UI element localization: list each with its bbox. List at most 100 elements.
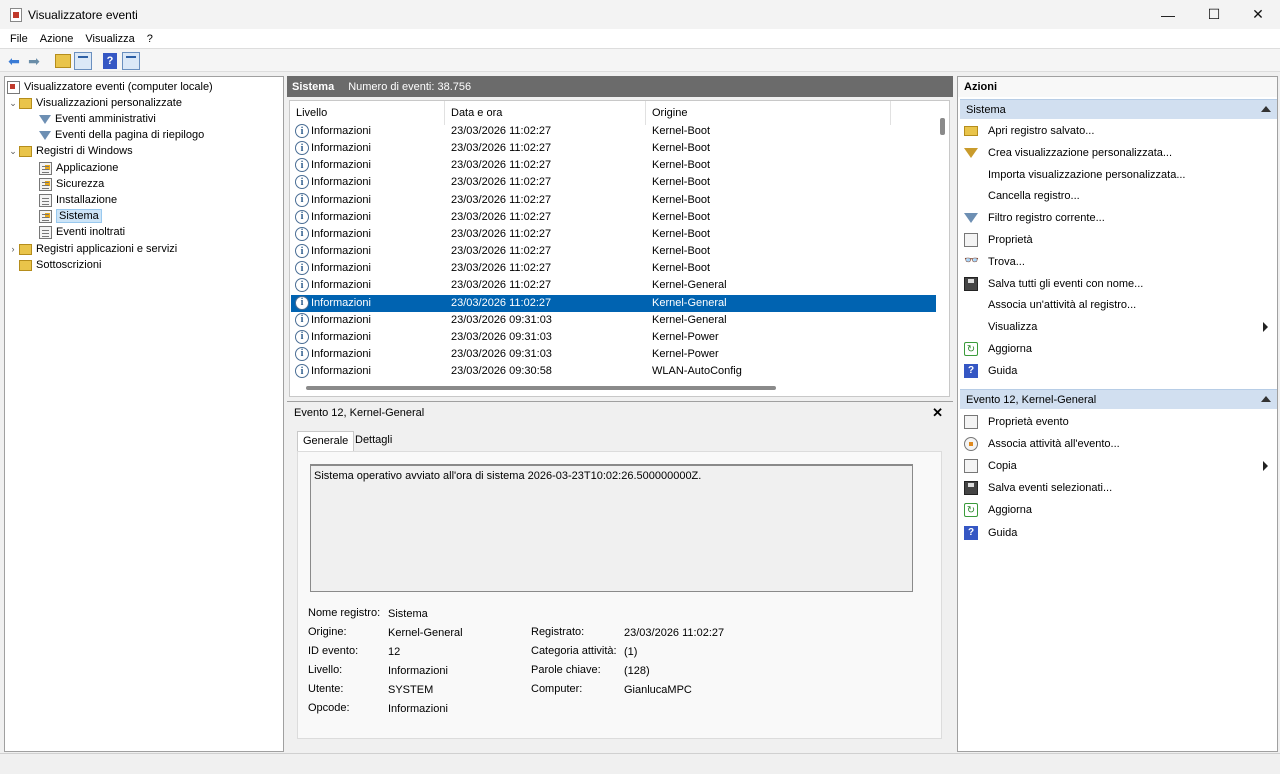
action-item[interactable]: Copia	[964, 456, 1274, 476]
actions-section-log[interactable]: Sistema	[960, 99, 1277, 119]
collapse-up-icon[interactable]	[1261, 396, 1271, 402]
table-row[interactable]: i Informazioni 23/03/2026 11:02:27 Kernel-B…	[291, 157, 936, 174]
action-item[interactable]: ↻ Aggiorna	[964, 500, 1274, 520]
action-item[interactable]: Associa attività all'evento...	[964, 434, 1274, 454]
value-level: Informazioni	[388, 665, 448, 677]
label-opcode: Opcode:	[308, 702, 350, 714]
action-item[interactable]: Salva tutti gli eventi con nome...	[964, 274, 1274, 294]
console-tree: Visualizzatore eventi (computer locale) …	[4, 76, 284, 752]
action-item[interactable]: Cancella registro...	[964, 186, 1274, 206]
action-label: Proprietà evento	[988, 416, 1069, 428]
table-row[interactable]: i Informazioni 23/03/2026 11:02:27 Kernel-B…	[291, 123, 936, 140]
tree-application[interactable]: Applicazione	[39, 160, 118, 176]
table-row[interactable]: i Informazioni 23/03/2026 11:02:27 Kernel-G…	[291, 277, 936, 294]
column-source[interactable]: Origine	[646, 101, 891, 125]
table-row[interactable]: i Informazioni 23/03/2026 11:02:27 Kernel-B…	[291, 174, 936, 191]
submenu-arrow-icon	[1263, 322, 1268, 333]
event-message[interactable]: Sistema operativo avviato all'ora di sis…	[310, 464, 913, 592]
tree-custom-views[interactable]: ⌄ Visualizzazioni personalizzate	[7, 95, 182, 111]
collapse-up-icon[interactable]	[1261, 106, 1271, 112]
action-item[interactable]: Proprietà evento	[964, 412, 1274, 432]
back-arrow-icon[interactable]: ⬅	[5, 52, 23, 70]
action-item[interactable]: Proprietà	[964, 230, 1274, 250]
help-icon: ?	[964, 525, 978, 540]
close-button[interactable]: ✕	[1235, 0, 1280, 29]
menu-visualizza[interactable]: Visualizza	[79, 33, 140, 45]
info-icon: i	[295, 141, 309, 156]
properties-icon	[964, 233, 978, 247]
table-row[interactable]: i Informazioni 23/03/2026 11:02:27 Kernel-B…	[291, 260, 936, 277]
table-row[interactable]: i Informazioni 23/03/2026 09:30:58 WLAN-Aut…	[291, 363, 936, 380]
action-item[interactable]: ↻ Aggiorna	[964, 339, 1274, 359]
action-label: Associa attività all'evento...	[988, 438, 1120, 451]
table-row[interactable]: i Informazioni 23/03/2026 09:31:03 Kernel-P…	[291, 329, 936, 346]
tree-root[interactable]: Visualizzatore eventi (computer locale)	[7, 79, 213, 95]
events-table: Livello Data e ora Origine i Informazioni…	[289, 100, 950, 397]
close-detail-icon[interactable]: ✕	[932, 405, 943, 421]
tab-details[interactable]: Dettagli	[350, 431, 397, 451]
column-date[interactable]: Data e ora	[445, 101, 646, 125]
folder-icon	[19, 97, 32, 109]
minimize-button[interactable]: —	[1145, 0, 1191, 29]
open-folder-icon[interactable]	[55, 54, 71, 68]
table-row[interactable]: i Informazioni 23/03/2026 09:31:03 Kernel-P…	[291, 346, 936, 363]
tab-general[interactable]: Generale	[297, 431, 355, 451]
action-item[interactable]: Apri registro salvato...	[964, 121, 1274, 141]
tree-system[interactable]: Sistema	[39, 208, 102, 224]
tree-app-services[interactable]: › Registri applicazioni e servizi	[7, 241, 178, 257]
action-item[interactable]: Crea visualizzazione personalizzata...	[964, 143, 1274, 163]
show-hide-actions-icon[interactable]	[122, 52, 140, 70]
tree-forwarded[interactable]: Eventi inoltrati	[39, 224, 125, 240]
table-row[interactable]: i Informazioni 23/03/2026 11:02:27 Kernel-B…	[291, 192, 936, 209]
action-item[interactable]: Associa un'attività al registro...	[964, 295, 1274, 315]
horizontal-scrollbar[interactable]	[306, 386, 776, 390]
action-item[interactable]: Visualizza	[964, 317, 1274, 337]
table-row[interactable]: i Informazioni 23/03/2026 11:02:27 Kernel-B…	[291, 243, 936, 260]
tree-admin-events[interactable]: Eventi amministrativi	[39, 111, 156, 127]
table-row[interactable]: i Informazioni 23/03/2026 09:31:03 Kernel-G…	[291, 312, 936, 329]
chevron-down-icon[interactable]: ⌄	[7, 146, 19, 157]
action-item[interactable]: ? Guida	[964, 361, 1274, 381]
tree-setup[interactable]: Installazione	[39, 192, 117, 208]
value-keywords: (128)	[624, 665, 650, 677]
actions-section-event[interactable]: Evento 12, Kernel-General	[960, 389, 1277, 409]
event-detail-pane: Generale Dettagli Sistema operativo avvi…	[287, 423, 953, 751]
table-row[interactable]: i Informazioni 23/03/2026 11:02:27 Kernel-B…	[291, 226, 936, 243]
cell-level: Informazioni	[311, 347, 371, 360]
help-icon[interactable]: ?	[103, 53, 117, 69]
action-item[interactable]: ? Guida	[964, 523, 1274, 543]
value-event-id: 12	[388, 646, 401, 658]
action-item[interactable]: Salva eventi selezionati...	[964, 478, 1274, 498]
table-row[interactable]: i Informazioni 23/03/2026 11:02:27 Kernel-B…	[291, 209, 936, 226]
action-item[interactable]: Importa visualizzazione personalizzata..…	[964, 165, 1274, 185]
chevron-down-icon[interactable]: ⌄	[7, 98, 19, 109]
cell-date: 23/03/2026 11:02:27	[451, 245, 552, 258]
log-icon	[39, 193, 52, 207]
show-hide-tree-icon[interactable]	[74, 52, 92, 70]
chevron-right-icon[interactable]: ›	[7, 244, 19, 254]
action-label: Visualizza	[988, 321, 1038, 334]
tree-summary-events[interactable]: Eventi della pagina di riepilogo	[39, 127, 204, 143]
actions-pane: Azioni Sistema Apri registro salvato... C…	[957, 76, 1278, 752]
table-row[interactable]: i Informazioni 23/03/2026 11:02:27 Kernel-B…	[291, 140, 936, 157]
cell-date: 23/03/2026 09:31:03	[451, 347, 552, 360]
tree-security[interactable]: Sicurezza	[39, 176, 104, 192]
vertical-scrollbar[interactable]	[940, 118, 945, 135]
event-detail-title: Evento 12, Kernel-General	[294, 406, 425, 419]
action-item[interactable]: 👓 Trova...	[964, 252, 1274, 272]
tree-subscriptions[interactable]: Sottoscrizioni	[19, 257, 101, 273]
menu-help[interactable]: ?	[141, 33, 159, 45]
menu-azione[interactable]: Azione	[34, 33, 80, 45]
maximize-button[interactable]: ☐	[1191, 0, 1237, 29]
forward-arrow-icon[interactable]: ➡	[25, 52, 43, 70]
action-item[interactable]: Filtro registro corrente...	[964, 208, 1274, 228]
info-icon: i	[295, 209, 309, 224]
menu-file[interactable]: File	[4, 33, 34, 45]
cell-level: Informazioni	[311, 125, 371, 137]
table-row[interactable]: i Informazioni 23/03/2026 11:02:27 Kernel-G…	[291, 294, 936, 312]
tree-windows-logs[interactable]: ⌄ Registri di Windows	[7, 143, 132, 159]
column-level[interactable]: Livello	[290, 101, 445, 125]
cell-date: 23/03/2026 11:02:27	[451, 279, 552, 292]
help-icon: ?	[964, 363, 978, 378]
cell-source: Kernel-Boot	[652, 176, 711, 189]
